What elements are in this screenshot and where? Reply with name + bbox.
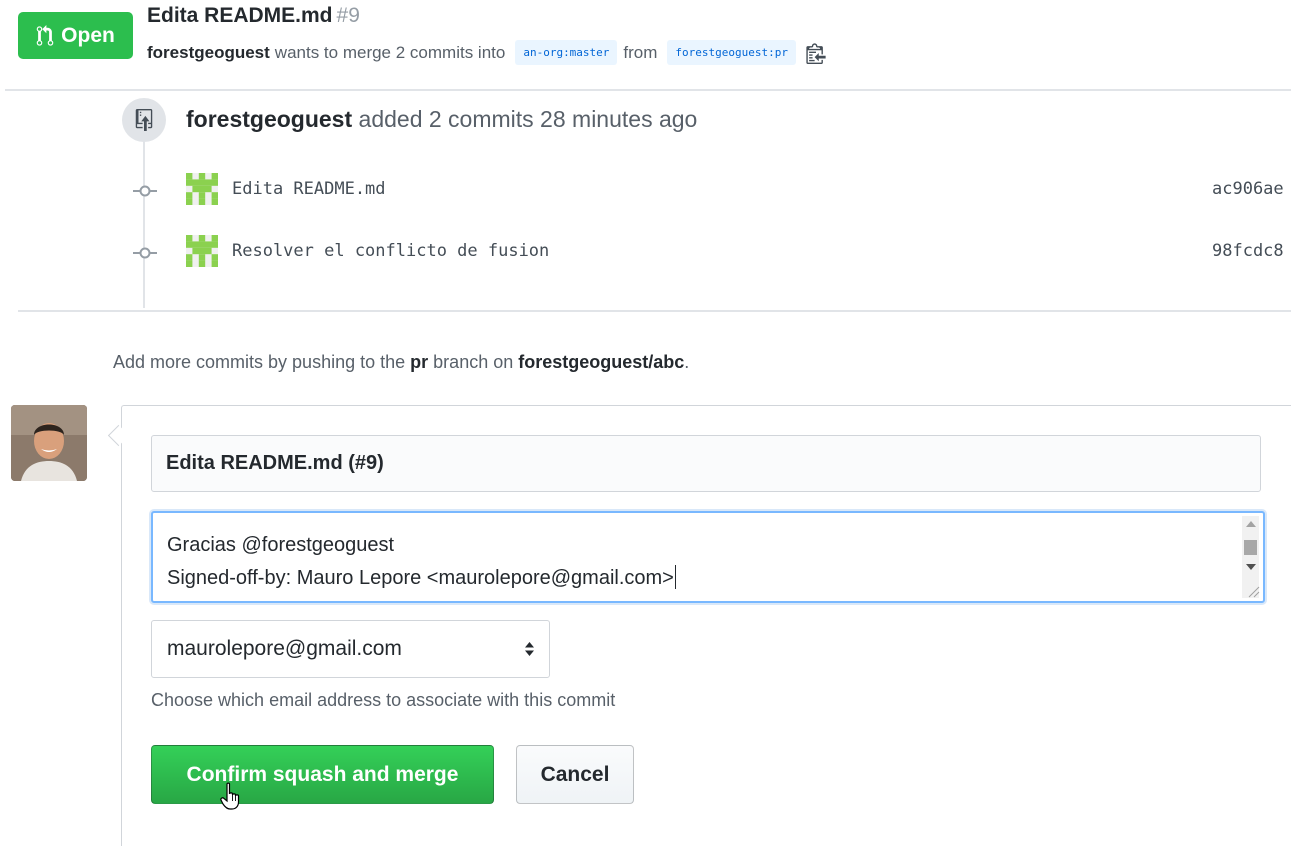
scrollbar-thumb[interactable] — [1244, 540, 1257, 555]
selected-email: maurolepore@gmail.com — [167, 637, 402, 660]
confirm-squash-merge-button[interactable]: Confirm squash and merge — [151, 745, 494, 804]
hint-repo: forestgeoguest/abc — [518, 352, 685, 372]
timeline-line — [143, 140, 145, 308]
commit-sha-link[interactable]: 98fcdc8 — [1212, 241, 1284, 261]
git-commit-icon — [133, 247, 157, 259]
clippy-icon[interactable] — [806, 42, 826, 64]
event-description: added 2 commits 28 minutes ago — [358, 106, 698, 132]
timeline-event: forestgeoguest added 2 commits 28 minute… — [186, 106, 697, 133]
pr-title: Edita README.md #9 — [147, 4, 360, 28]
header-divider — [5, 89, 1291, 91]
commit-email-select[interactable]: maurolepore@gmail.com — [151, 620, 550, 678]
pr-number: #9 — [336, 4, 360, 27]
head-branch[interactable]: forestgeoguest:pr — [667, 40, 797, 65]
hint-prefix: Add more commits by pushing to the — [113, 352, 406, 372]
repo-push-icon — [122, 98, 166, 142]
pr-from-text: from — [623, 42, 658, 62]
user-avatar[interactable] — [11, 405, 87, 481]
select-arrows-icon — [525, 642, 534, 656]
scroll-down-icon[interactable] — [1246, 564, 1256, 570]
pr-wants-text: wants to merge 2 commits into — [274, 42, 506, 62]
event-actor-link[interactable]: forestgeoguest — [186, 106, 352, 132]
hint-middle: branch on — [433, 352, 514, 372]
pr-state-label: Open — [61, 23, 115, 47]
timeline-divider — [18, 310, 1291, 312]
commit-message-link[interactable]: Edita README.md — [232, 179, 386, 199]
identicon-avatar[interactable] — [186, 173, 218, 205]
pr-title-text: Edita README.md — [147, 4, 333, 27]
commit-sha-link[interactable]: ac906ae — [1212, 179, 1284, 199]
git-pull-request-icon — [36, 24, 54, 46]
commit-message-link[interactable]: Resolver el conflicto de fusion — [232, 241, 549, 261]
push-hint: Add more commits by pushing to the pr br… — [113, 352, 689, 373]
text-caret — [674, 565, 676, 589]
base-branch[interactable]: an-org:master — [515, 40, 618, 65]
pr-state-badge: Open — [18, 12, 133, 59]
commit-title-input[interactable] — [151, 435, 1261, 492]
hand-cursor-icon — [220, 782, 240, 810]
email-hint: Choose which email address to associate … — [151, 690, 616, 710]
commit-row: Edita README.md ac906ae — [0, 171, 1291, 211]
commit-body-line: Signed-off-by: Mauro Lepore <maurolepore… — [167, 567, 674, 589]
scroll-up-icon[interactable] — [1246, 521, 1256, 527]
identicon-avatar[interactable] — [186, 235, 218, 267]
hint-suffix: . — [684, 352, 690, 372]
resize-grip-icon[interactable] — [1246, 584, 1260, 598]
cancel-button[interactable]: Cancel — [516, 745, 634, 804]
commit-body-textarea[interactable]: Gracias @forestgeoguest Signed-off-by: M… — [151, 511, 1265, 603]
pr-author-link[interactable]: forestgeoguest — [147, 43, 270, 63]
git-commit-icon — [133, 185, 157, 197]
pr-meta: forestgeoguest wants to merge 2 commits … — [147, 40, 826, 65]
hint-branch: pr — [410, 352, 429, 372]
commit-row: Resolver el conflicto de fusion 98fcdc8 — [0, 233, 1291, 273]
commit-body-line: Gracias @forestgeoguest — [167, 534, 395, 556]
